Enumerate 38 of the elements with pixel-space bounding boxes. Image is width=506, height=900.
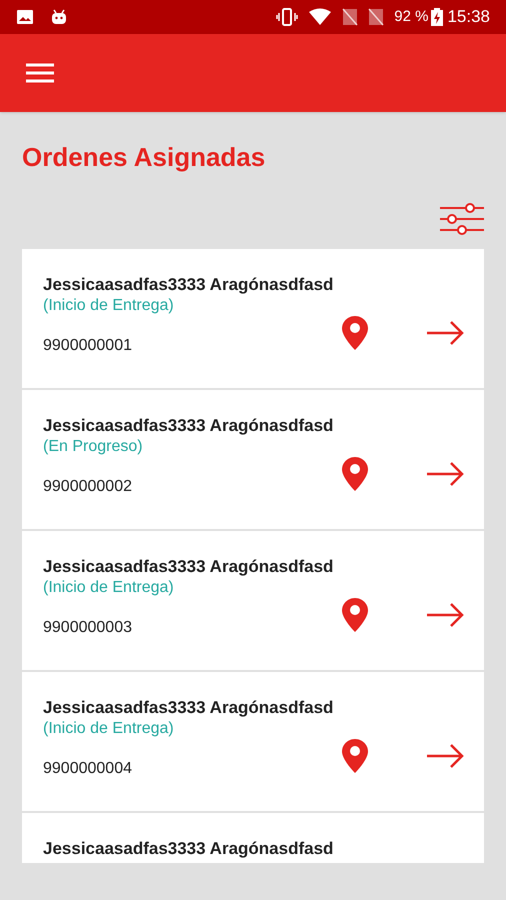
map-pin-icon[interactable] [342,316,368,350]
order-card[interactable]: Jessicaasadfas3333 Aragónasdfasd [22,813,484,863]
robot-icon [50,8,68,26]
no-sim-icon [368,8,384,26]
no-sim-icon [342,8,358,26]
arrow-right-icon[interactable] [426,743,464,769]
map-pin-icon[interactable] [342,457,368,491]
order-number: 9900000003 [43,618,133,638]
order-status: (Inicio de Entrega) [43,296,175,316]
map-pin-icon[interactable] [342,598,368,632]
order-card[interactable]: Jessicaasadfas3333 Aragónasdfasd (En Progreso) 9900000002 [22,390,484,529]
order-card[interactable]: Jessicaasadfas3333 Aragónasdfasd (Inicio de Entrega) 9900000003 [22,531,484,670]
arrow-right-icon[interactable] [426,461,464,487]
clock: 15:38 [447,6,490,28]
customer-name: Jessicaasadfas3333 Aragónasdfasd [43,274,334,296]
order-number: 9900000002 [43,477,133,497]
customer-name: Jessicaasadfas3333 Aragónasdfasd [43,838,334,860]
order-number: 9900000001 [43,336,133,356]
customer-name: Jessicaasadfas3333 Aragónasdfasd [43,556,334,578]
order-status: (Inicio de Entrega) [43,578,175,598]
order-status: (En Progreso) [43,437,144,457]
customer-name: Jessicaasadfas3333 Aragónasdfasd [43,415,334,437]
arrow-right-icon[interactable] [426,320,464,346]
filter-sliders-icon[interactable] [440,202,484,236]
wifi-icon [308,8,332,26]
screen-title: Ordenes Asignadas [22,142,266,172]
battery-percentage: 92 % [394,6,428,27]
map-pin-icon[interactable] [342,739,368,773]
order-card[interactable]: Jessicaasadfas3333 Aragónasdfasd (Inicio de Entrega) 9900000001 [22,249,484,388]
image-icon [16,9,34,25]
vibrate-icon [276,8,298,26]
order-number: 9900000004 [43,759,133,779]
menu-icon[interactable] [26,63,54,83]
order-status: (Inicio de Entrega) [43,719,175,739]
customer-name: Jessicaasadfas3333 Aragónasdfasd [43,697,334,719]
arrow-right-icon[interactable] [426,602,464,628]
order-card[interactable]: Jessicaasadfas3333 Aragónasdfasd (Inicio de Entrega) 9900000004 [22,672,484,811]
battery-charging-icon [431,8,444,26]
